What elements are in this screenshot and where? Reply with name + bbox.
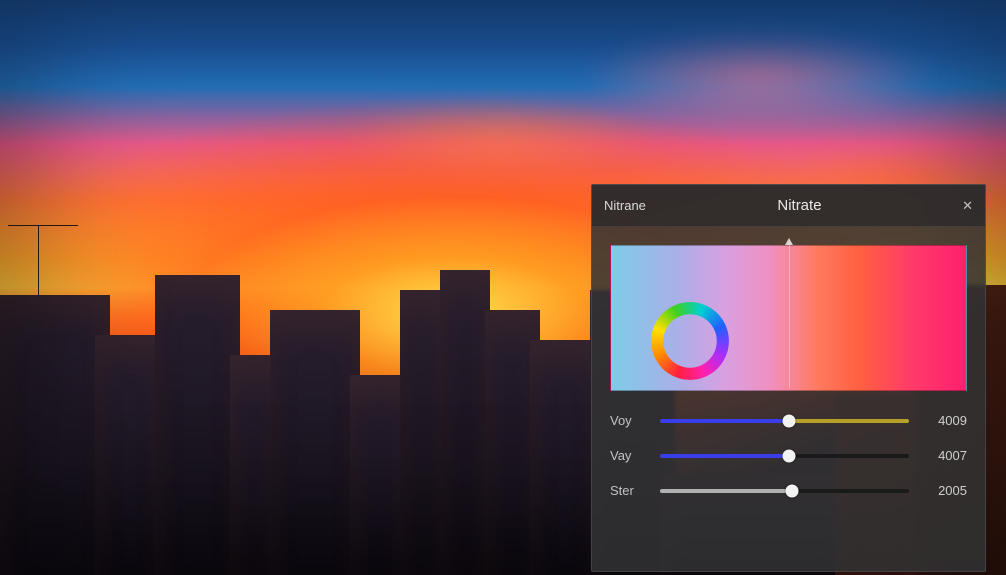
color-adjust-panel: Nitrane Nitrate ✕ Voy 4009 Vay 4007 Ster 2005 (591, 184, 986, 572)
slider-thumb[interactable] (783, 449, 796, 462)
building (270, 310, 360, 575)
building (0, 295, 110, 575)
slider-row: Vay 4007 (610, 448, 967, 463)
slider-label: Vay (610, 448, 646, 463)
sliders-group: Voy 4009 Vay 4007 Ster 2005 (592, 395, 985, 510)
slider-label: Ster (610, 483, 646, 498)
slider-track[interactable] (660, 484, 909, 498)
slider-row: Voy 4009 (610, 413, 967, 428)
panel-tab[interactable]: Nitrane (604, 198, 646, 213)
building (400, 290, 445, 575)
slider-label: Voy (610, 413, 646, 428)
slider-thumb[interactable] (785, 484, 798, 497)
slider-value: 4009 (923, 413, 967, 428)
pointer-arrow-icon (785, 238, 793, 245)
building (440, 270, 490, 575)
building (155, 275, 240, 575)
slider-value: 4007 (923, 448, 967, 463)
color-gradient-picker[interactable] (610, 245, 967, 391)
panel-title: Nitrate (646, 197, 953, 214)
panel-body (592, 227, 985, 395)
slider-row: Ster 2005 (610, 483, 967, 498)
slider-thumb[interactable] (783, 414, 796, 427)
close-icon[interactable]: ✕ (953, 198, 973, 214)
slider-track[interactable] (660, 414, 909, 428)
slider-value: 2005 (923, 483, 967, 498)
panel-header: Nitrane Nitrate ✕ (592, 185, 985, 227)
slider-track[interactable] (660, 449, 909, 463)
pointer-vertical-line (789, 244, 790, 388)
hue-ring-icon (651, 302, 729, 380)
